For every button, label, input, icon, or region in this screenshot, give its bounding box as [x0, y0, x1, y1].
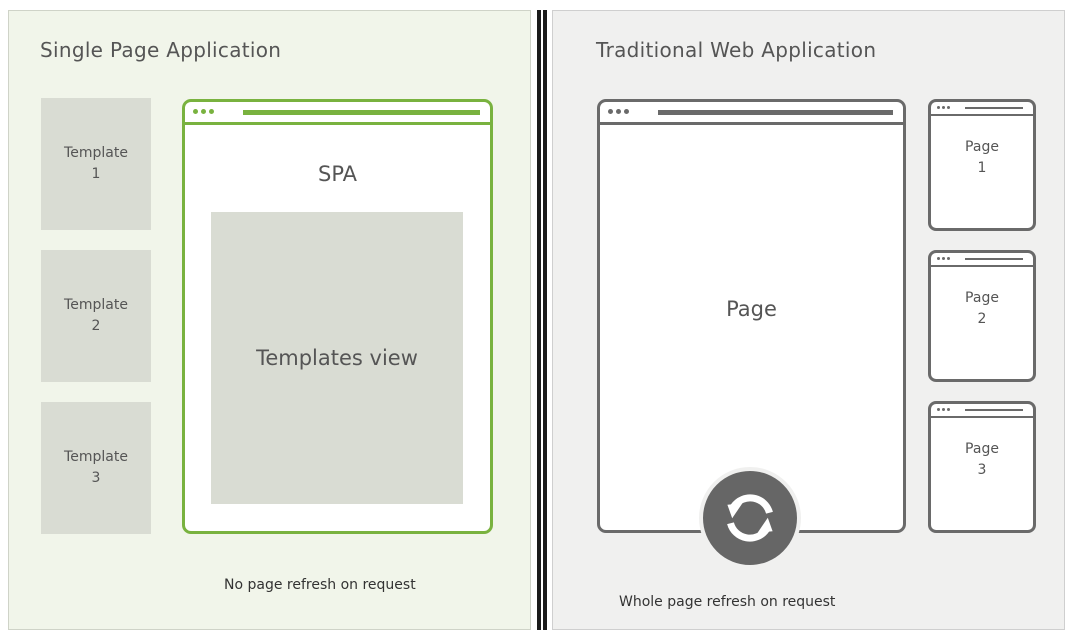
window-dots-icon [937, 106, 950, 109]
spa-label: SPA [317, 162, 358, 186]
traditional-caption: Whole page refresh on request [619, 594, 836, 610]
panel-divider-left [537, 10, 541, 630]
page-3-window: Page 3 [928, 401, 1036, 533]
address-bar [965, 409, 1023, 411]
refresh-icon [699, 467, 801, 569]
address-bar [965, 258, 1023, 260]
window-dots-icon [937, 408, 950, 411]
window-dots-icon [937, 257, 950, 260]
page-1-label: Page 1 [965, 139, 999, 176]
traditional-panel: Traditional Web Application Page Page 1 [552, 10, 1065, 630]
spa-title: Single Page Application [40, 38, 282, 62]
panel-divider-right [543, 10, 547, 630]
traditional-title: Traditional Web Application [596, 38, 877, 62]
address-bar [243, 110, 480, 115]
address-bar [965, 107, 1023, 109]
address-bar [658, 110, 893, 115]
spa-browser-titlebar [185, 102, 490, 125]
template-2-box: Template 2 [41, 250, 151, 382]
template-3-box: Template 3 [41, 402, 151, 534]
main-page-titlebar [600, 102, 903, 125]
page-2-label: Page 2 [965, 290, 999, 327]
page-2-window: Page 2 [928, 250, 1036, 382]
spa-panel: Single Page Application Template 1 Templ… [8, 10, 531, 630]
templates-view: Templates view [211, 212, 463, 504]
window-dots-icon [608, 109, 629, 114]
page-1-window: Page 1 [928, 99, 1036, 231]
window-dots-icon [193, 109, 214, 114]
template-1-box: Template 1 [41, 98, 151, 230]
main-page-label: Page [726, 297, 777, 321]
page-3-label: Page 3 [965, 441, 999, 478]
spa-browser-window: SPA Templates view [182, 99, 493, 534]
spa-caption: No page refresh on request [224, 577, 416, 593]
